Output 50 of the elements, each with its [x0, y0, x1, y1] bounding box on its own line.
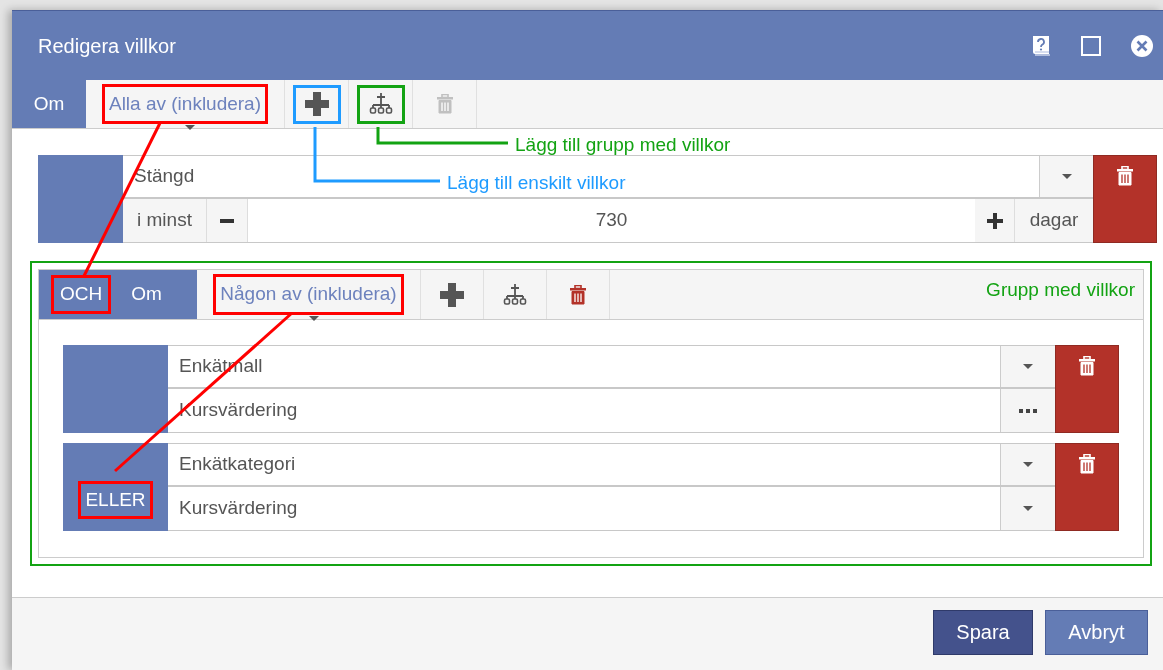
picker-button[interactable] — [1000, 389, 1055, 432]
operator-label: OCH — [51, 275, 112, 314]
delete-button[interactable] — [1055, 345, 1119, 433]
plus-icon — [986, 212, 1003, 229]
caret-icon — [1023, 364, 1033, 369]
delete-button[interactable] — [1093, 155, 1157, 243]
caret-icon — [1023, 506, 1033, 511]
trash-icon — [569, 284, 587, 305]
field-select[interactable]: Enkätkategori — [179, 450, 296, 479]
mode-dropdown[interactable]: Alla av (inkludera) — [101, 83, 269, 125]
mode-dropdown[interactable]: Någon av (inkludera) — [213, 274, 404, 315]
plus-icon — [304, 92, 329, 116]
trash-icon — [435, 94, 454, 114]
annotation-label: Grupp med villkor — [986, 278, 1135, 302]
value-field[interactable]: Kursvärdering — [179, 494, 298, 523]
help-button[interactable] — [1031, 34, 1051, 57]
decrement-button[interactable] — [207, 199, 248, 242]
callout-label: Lägg till enskilt villkor — [447, 171, 626, 195]
condition-prefix: Om — [131, 282, 162, 307]
add-group-button[interactable] — [356, 84, 405, 124]
operator-label: ELLER — [78, 480, 153, 520]
field-select[interactable]: Stängd — [134, 162, 195, 191]
caret-icon — [185, 125, 195, 130]
cancel-button[interactable]: Avbryt — [1045, 609, 1148, 655]
plus-icon — [440, 282, 464, 307]
minus-icon — [220, 218, 234, 223]
maximize-icon — [1081, 35, 1101, 56]
trash-icon — [1078, 454, 1096, 474]
add-button[interactable] — [292, 84, 341, 124]
hierarchy-icon — [503, 283, 527, 306]
hierarchy-icon — [368, 93, 393, 115]
caret-icon — [1023, 462, 1033, 467]
window-title: Redigera villkor — [38, 33, 177, 59]
trash-icon — [1078, 356, 1096, 376]
delete-button[interactable] — [1055, 443, 1119, 531]
callout-label: Lägg till grupp med villkor — [515, 133, 731, 157]
save-button[interactable]: Spara — [933, 609, 1033, 655]
close-button[interactable] — [1131, 34, 1153, 57]
trash-icon — [1116, 166, 1134, 186]
maximize-button[interactable] — [1081, 35, 1101, 56]
unit-label: dagar — [1015, 199, 1093, 242]
close-icon — [1131, 34, 1153, 57]
caret-icon — [1061, 174, 1072, 179]
help-book-icon — [1031, 34, 1051, 57]
caret-icon — [308, 316, 319, 321]
increment-button[interactable] — [975, 199, 1015, 242]
number-field[interactable]: 730 — [248, 199, 975, 242]
qualifier-label: i minst — [123, 199, 207, 242]
ellipsis-icon — [1019, 408, 1037, 413]
condition-prefix: Om — [12, 80, 86, 128]
